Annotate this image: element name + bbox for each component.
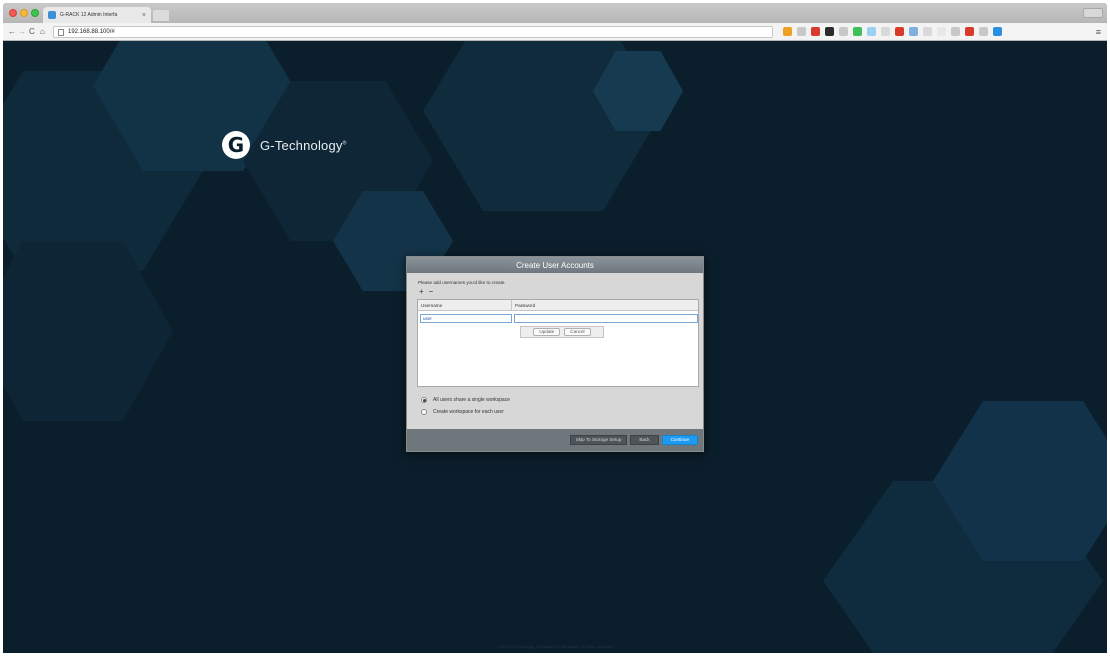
extension-icon[interactable] [965, 27, 974, 36]
back-button[interactable]: Back [630, 435, 659, 445]
extension-icons [783, 27, 1002, 36]
tab-strip: G-RACK 12 Admin Interfa × [3, 3, 1107, 23]
home-icon[interactable]: ⌂ [40, 26, 45, 38]
create-user-accounts-dialog: Create User Accounts Please add username… [406, 256, 704, 452]
skip-to-storage-setup-button[interactable]: Skip To Storage Setup [569, 435, 628, 445]
browser-tab[interactable]: G-RACK 12 Admin Interfa × [43, 7, 151, 23]
extension-icon[interactable] [979, 27, 988, 36]
forward-arrow-icon[interactable]: → [18, 26, 26, 38]
url-text: 192.168.88.100/# [68, 29, 115, 35]
password-input[interactable] [514, 314, 698, 323]
extension-icon[interactable] [881, 27, 890, 36]
row-action-bar: Update Cancel [520, 326, 604, 338]
per-user-workspace-label: Create workspace for each user [433, 409, 504, 415]
column-header-username: Username [418, 300, 512, 310]
maximize-window-button[interactable] [31, 9, 39, 17]
dialog-footer: Skip To Storage Setup Back Continue [407, 429, 703, 451]
extension-icon[interactable] [951, 27, 960, 36]
add-user-button[interactable]: + [419, 288, 424, 296]
user-table: Username Password Update Cancel [417, 299, 699, 387]
extension-icon[interactable] [853, 27, 862, 36]
profile-button[interactable] [1083, 8, 1103, 18]
continue-button[interactable]: Continue [661, 435, 698, 445]
dialog-header: Create User Accounts [407, 257, 703, 273]
table-row [420, 314, 698, 323]
reload-icon[interactable]: C [29, 26, 35, 38]
new-tab-button[interactable] [153, 10, 169, 21]
per-user-workspace-radio[interactable] [421, 409, 427, 415]
brand-name: G-Technology® [260, 137, 347, 153]
extension-icon[interactable] [993, 27, 1002, 36]
table-header: Username Password [418, 300, 698, 311]
cancel-button[interactable]: Cancel [564, 328, 591, 336]
address-bar[interactable]: 192.168.88.100/# [53, 26, 773, 38]
shared-workspace-radio[interactable] [421, 397, 427, 403]
favicon-icon [48, 11, 56, 19]
username-input[interactable] [420, 314, 512, 323]
extension-icon[interactable] [783, 27, 792, 36]
minimize-window-button[interactable] [20, 9, 28, 17]
page-content: G G-Technology® Create User Accounts Ple… [3, 41, 1107, 653]
extension-icon[interactable] [937, 27, 946, 36]
column-header-password: Password [515, 303, 536, 308]
extension-icon[interactable] [867, 27, 876, 36]
shared-workspace-option[interactable]: All users share a single workspace [421, 397, 510, 403]
extension-icon[interactable] [797, 27, 806, 36]
extension-icon[interactable] [839, 27, 848, 36]
remove-user-button[interactable]: − [429, 288, 434, 296]
per-user-workspace-option[interactable]: Create workspace for each user [421, 409, 504, 415]
browser-menu-icon[interactable]: ≡ [1096, 26, 1101, 38]
extension-icon[interactable] [909, 27, 918, 36]
dialog-title: Create User Accounts [516, 260, 594, 270]
extension-icon[interactable] [923, 27, 932, 36]
g-logo-icon: G [222, 131, 250, 159]
close-window-button[interactable] [9, 9, 17, 17]
add-remove-controls: + − [419, 288, 433, 296]
tab-title: G-RACK 12 Admin Interfa [60, 12, 118, 18]
background-hexagon [3, 241, 173, 421]
copyright-footer: ©2016 G-Technology. A Western Digital br… [496, 644, 614, 649]
back-arrow-icon[interactable]: ← [8, 26, 16, 38]
trademark-symbol: ® [342, 140, 347, 147]
browser-toolbar: ← → C ⌂ 192.168.88.100/# ≡ [3, 23, 1107, 41]
browser-window: G-RACK 12 Admin Interfa × ← → C ⌂ 192.16… [3, 3, 1107, 653]
extension-icon[interactable] [825, 27, 834, 36]
extension-icon[interactable] [811, 27, 820, 36]
update-button[interactable]: Update [533, 328, 561, 336]
instruction-text: Please add usernames you'd like to creat… [418, 280, 506, 285]
page-icon [58, 28, 64, 36]
tab-close-icon[interactable]: × [142, 12, 146, 19]
shared-workspace-label: All users share a single workspace [433, 397, 510, 403]
brand-logo: G G-Technology® [222, 131, 347, 159]
extension-icon[interactable] [895, 27, 904, 36]
